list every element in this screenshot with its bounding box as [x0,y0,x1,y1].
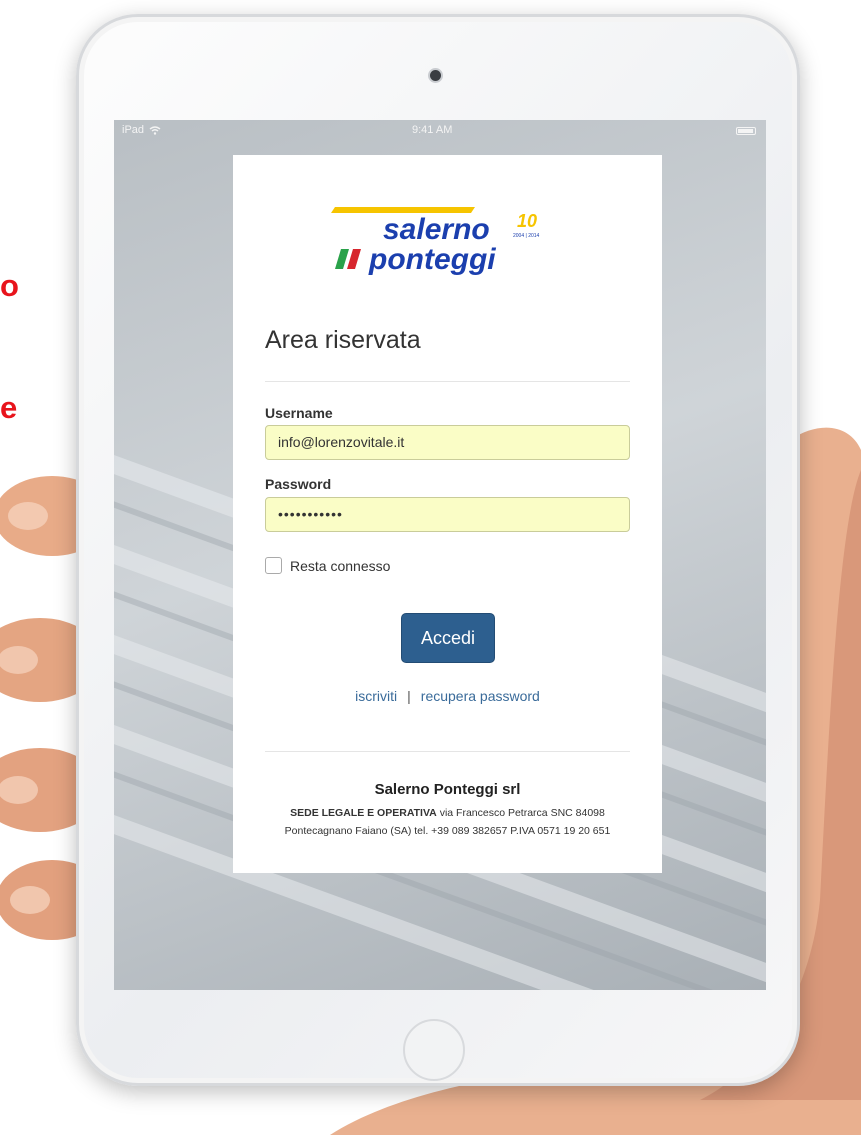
username-label: Username [265,405,333,421]
username-input[interactable]: info@lorenzovitale.it [265,425,630,460]
logo-line1: salerno [383,213,490,246]
password-input[interactable]: ••••••••••• [265,497,630,532]
remember-label: Resta connesso [290,557,391,574]
battery-icon [736,127,756,135]
logo-line2: ponteggi [368,243,496,276]
address-street: via Francesco Petrarca SNC 84098 [439,807,605,819]
divider [265,381,630,382]
link-separator: | [407,688,411,704]
password-label: Password [265,476,332,492]
auth-links: iscriviti | recupera password [233,688,662,704]
device-screen: iPad 9:41 AM salerno ponteggi 10 2004 | … [114,120,766,990]
login-button[interactable]: Accedi [401,613,495,663]
home-button[interactable] [403,1019,465,1081]
status-time: 9:41 AM [412,124,453,136]
address-label: SEDE LEGALE E OPERATIVA [290,807,437,819]
ipad-device: iPad 9:41 AM salerno ponteggi 10 2004 | … [76,14,800,1086]
remember-me[interactable]: Resta connesso [265,557,390,574]
recover-password-link[interactable]: recupera password [421,688,540,704]
company-name: Salerno Ponteggi srl [374,781,521,798]
register-link[interactable]: iscriviti [355,688,397,704]
wifi-icon [149,125,161,135]
status-bar: iPad 9:41 AM [114,120,766,142]
device-name: iPad [122,124,145,136]
address-line-2: Pontecagnano Faiano (SA) tel. +39 089 38… [284,825,611,837]
logo-years: 2004 | 2014 [513,233,540,239]
status-left: iPad [122,124,161,136]
camera-icon [430,70,441,81]
page-title: Area riservata [265,326,421,354]
salerno-ponteggi-logo: salerno ponteggi 10 2004 | 2014 [331,207,540,276]
remember-checkbox[interactable] [265,557,282,574]
slogan-fragment-2: e [0,390,18,425]
address-line-1: SEDE LEGALE E OPERATIVA via Francesco Pe… [233,807,662,819]
divider [265,751,630,752]
slogan-fragment-1: o [0,268,19,303]
login-card: salerno ponteggi 10 2004 | 2014 Area ris… [233,155,662,873]
logo-badge: 10 [517,211,537,231]
